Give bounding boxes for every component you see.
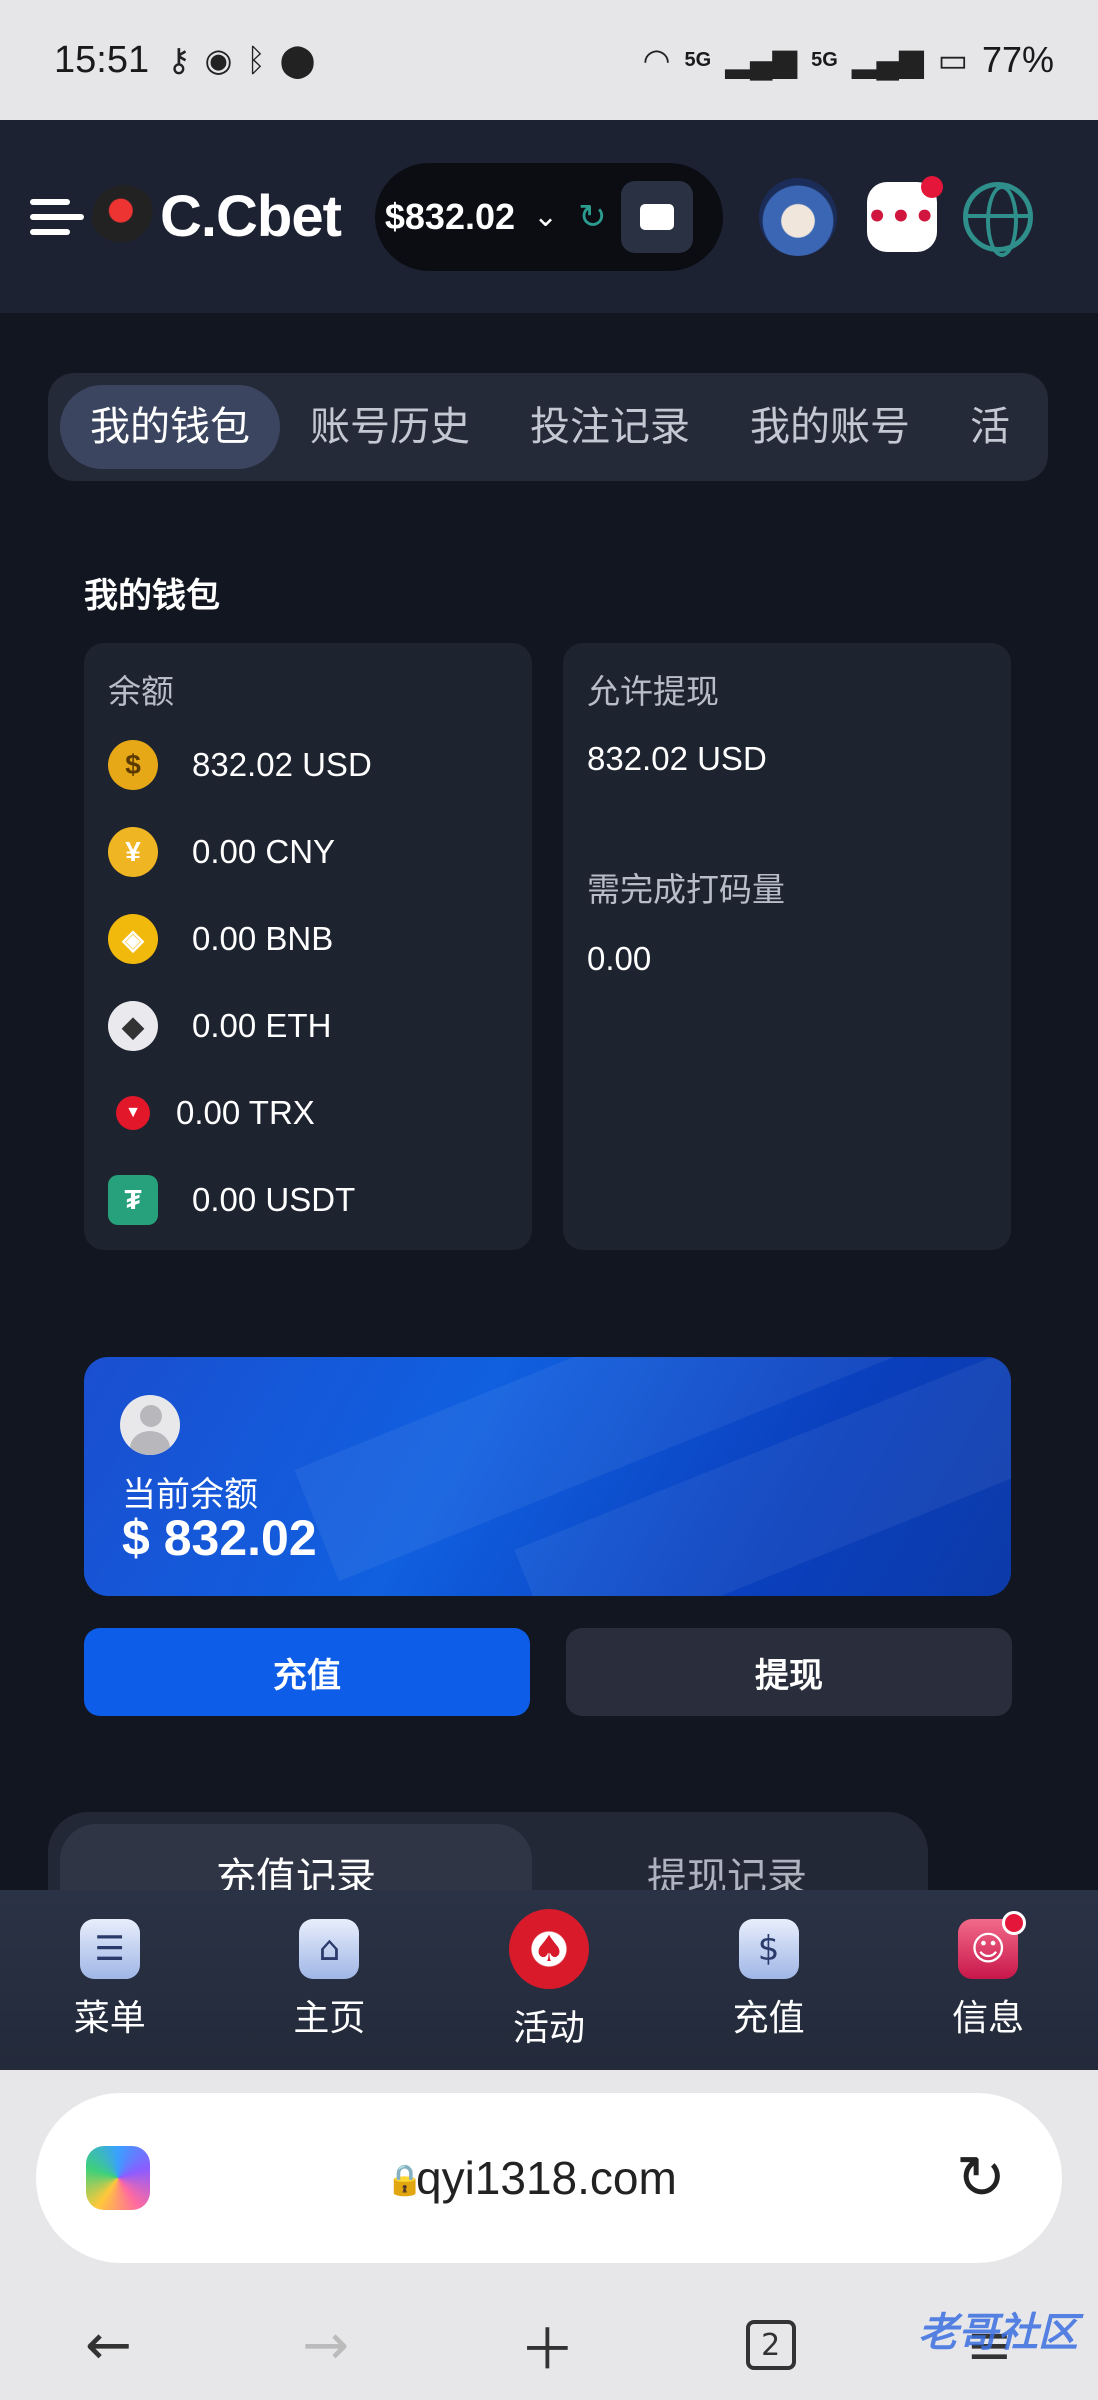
current-balance-amount: $ 832.02: [122, 1510, 317, 1566]
nav-label: 主页: [293, 1998, 366, 2039]
tab-bet-records[interactable]: 投注记录: [500, 385, 720, 469]
app-header: C.Cbet $832.02 ⌄ ↻ •••: [0, 120, 1098, 313]
eth-coin-icon: ◆: [108, 1001, 158, 1051]
brand-name: C.Cbet: [160, 184, 342, 249]
withdraw-button[interactable]: 提现: [566, 1628, 1012, 1716]
nav-item-activity[interactable]: ♠ 活动: [439, 1890, 659, 2070]
nav-item-home[interactable]: ⌂ 主页: [220, 1890, 440, 2070]
hamburger-menu-icon[interactable]: [30, 195, 84, 239]
coin-row-eth: ◆ 0.00 ETH: [108, 1001, 331, 1051]
status-bar: 15:51 ⚷ ◉ ᛒ ⬤ ◠ 5G ▂▄▆ 5G ▂▄▆ ▭ 77%: [0, 0, 1098, 120]
back-icon[interactable]: ←: [85, 2313, 132, 2378]
key-icon: ⚷: [167, 41, 191, 79]
copilot-icon[interactable]: [86, 2146, 150, 2210]
nav-item-deposit[interactable]: $ 充值: [659, 1890, 879, 2070]
battery-level: 77%: [981, 39, 1054, 80]
url-text[interactable]: qyi1318.com: [416, 2151, 677, 2205]
deposit-icon: $: [738, 1919, 799, 1979]
watermark-logo: 老哥社区: [918, 2310, 1078, 2356]
nav-label: 充值: [732, 1998, 805, 2039]
bluetooth-icon: ᛒ: [246, 41, 266, 79]
current-balance-card: 当前余额 $ 832.02: [84, 1357, 1011, 1596]
reload-icon[interactable]: ↻: [956, 2143, 1006, 2213]
menu-icon: ☰: [79, 1919, 140, 1979]
battery-icon: ▭: [937, 42, 968, 78]
location-icon: ⬤: [279, 41, 316, 79]
chat-button[interactable]: •••: [866, 175, 943, 252]
chevron-down-icon[interactable]: ⌄: [533, 199, 558, 234]
notification-dot: [1002, 1911, 1027, 1935]
nav-item-messages[interactable]: ☺ 信息: [878, 1890, 1098, 2070]
notification-dot: [920, 175, 943, 198]
forward-icon[interactable]: →: [302, 2313, 349, 2378]
cny-coin-icon: ¥: [108, 827, 158, 877]
coin-value: 0.00 USDT: [192, 1181, 356, 1218]
nav-label: 活动: [512, 2008, 585, 2049]
eye-icon: ◉: [204, 41, 233, 79]
home-icon: ⌂: [299, 1919, 360, 1979]
balance-list-card: 余额 $ 832.02 USD ¥ 0.00 CNY ◈ 0.00 BNB ◆ …: [84, 643, 532, 1250]
wager-required-label: 需完成打码量: [587, 870, 785, 909]
coin-value: 0.00 TRX: [176, 1094, 315, 1131]
nav-label: 信息: [952, 1998, 1025, 2039]
wallet-button[interactable]: [620, 180, 693, 253]
user-icon: [120, 1395, 180, 1455]
refresh-icon[interactable]: ↻: [578, 197, 607, 237]
tab-my-account[interactable]: 我的账号: [720, 385, 940, 469]
coin-value: 832.02 USD: [192, 746, 372, 783]
coin-value: 0.00 ETH: [192, 1007, 332, 1044]
chat-icon: •••: [866, 196, 938, 237]
bnb-coin-icon: ◈: [108, 914, 158, 964]
status-time: 15:51: [54, 38, 150, 81]
usdt-coin-icon: ₮: [108, 1175, 158, 1225]
section-title: 我的钱包: [84, 576, 220, 616]
address-bar[interactable]: 🔒 qyi1318.com ↻: [36, 2093, 1062, 2263]
coin-row-cny: ¥ 0.00 CNY: [108, 827, 335, 877]
withdraw-info-card: 允许提现 832.02 USD 需完成打码量 0.00: [563, 643, 1011, 1250]
network-label-1: 5G: [684, 48, 712, 71]
network-label-2: 5G: [811, 48, 838, 71]
deposit-button[interactable]: 充值: [84, 1628, 530, 1716]
wallet-icon: [639, 203, 674, 230]
brand-logo[interactable]: C.Cbet: [92, 183, 342, 250]
signal-icon-2: ▂▄▆: [851, 42, 924, 78]
coin-row-bnb: ◈ 0.00 BNB: [108, 914, 333, 964]
balance-label: 余额: [108, 672, 174, 711]
header-balance: $832.02: [384, 195, 516, 237]
balance-selector[interactable]: $832.02 ⌄ ↻: [374, 162, 723, 271]
account-tabs: 我的钱包 账号历史 投注记录 我的账号 活: [48, 373, 1048, 481]
coin-row-usd: $ 832.02 USD: [108, 740, 372, 790]
trx-coin-icon: ▼: [116, 1096, 150, 1130]
tab-my-wallet[interactable]: 我的钱包: [60, 385, 280, 469]
usd-coin-icon: $: [108, 740, 158, 790]
coin-value: 0.00 CNY: [192, 833, 336, 870]
bottom-navigation: ☰ 菜单 ⌂ 主页 ♠ 活动 $ 充值 ☺ 信息: [0, 1890, 1098, 2070]
tab-account-history[interactable]: 账号历史: [280, 385, 500, 469]
logo-icon: [92, 184, 156, 249]
withdraw-allowed-value: 832.02 USD: [587, 740, 767, 777]
nav-item-menu[interactable]: ☰ 菜单: [0, 1890, 220, 2070]
tab-activity[interactable]: 活: [940, 385, 1040, 469]
tab-count-button[interactable]: 2: [745, 2320, 796, 2370]
nav-label: 菜单: [73, 1998, 146, 2039]
signal-icon-1: ▂▄▆: [725, 42, 798, 78]
coin-row-usdt: ₮ 0.00 USDT: [108, 1175, 355, 1225]
coin-row-trx: ▼ 0.00 TRX: [108, 1088, 315, 1138]
withdraw-allowed-label: 允许提现: [587, 672, 719, 711]
language-globe-icon[interactable]: [962, 181, 1033, 257]
user-avatar[interactable]: [758, 177, 837, 256]
chip-icon: ♠: [508, 1909, 589, 1989]
new-tab-icon[interactable]: ＋: [519, 2305, 575, 2386]
coin-value: 0.00 BNB: [192, 920, 334, 957]
message-icon: ☺: [958, 1911, 1027, 1979]
wifi-icon: ◠: [642, 42, 671, 78]
wager-required-value: 0.00: [587, 940, 652, 977]
